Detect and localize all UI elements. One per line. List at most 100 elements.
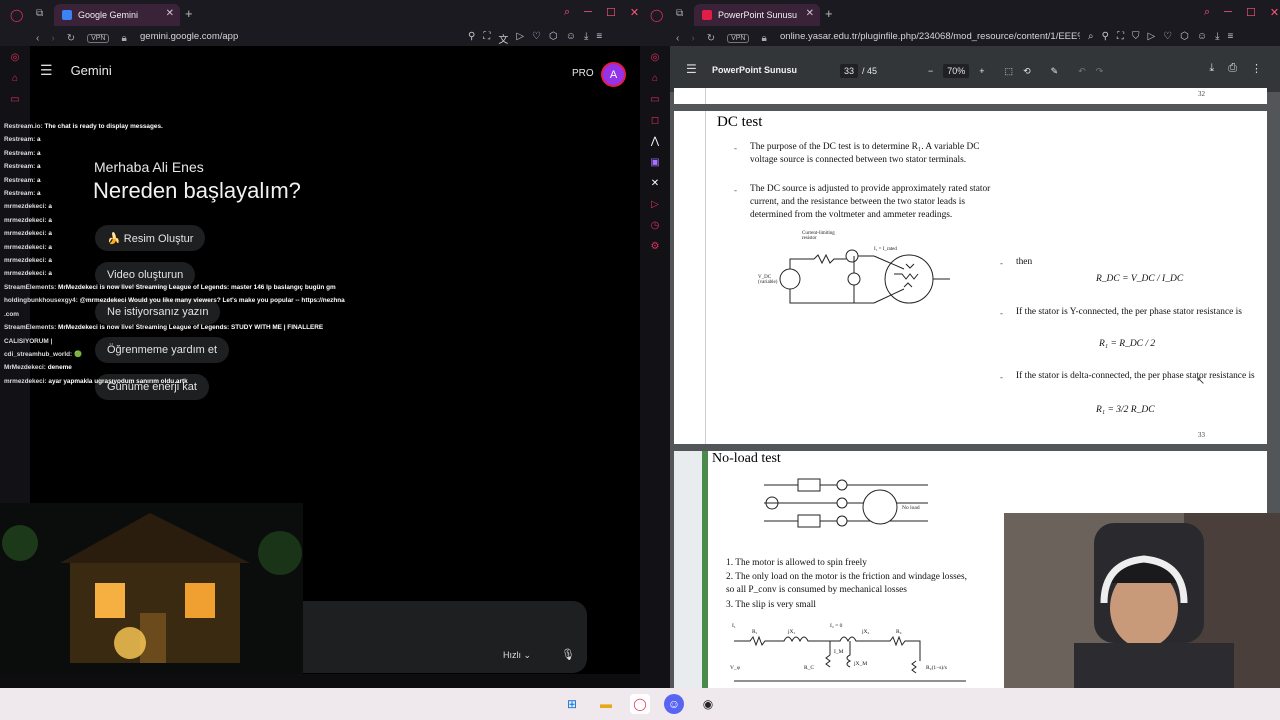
play-icon[interactable]: ▷	[516, 31, 524, 46]
zoom-in-icon[interactable]: +	[979, 66, 984, 76]
shield-icon[interactable]: ⛉	[1132, 31, 1140, 42]
maximize-icon[interactable]: ☐	[1246, 6, 1256, 19]
heart-icon[interactable]: ♡	[532, 31, 541, 46]
tab-overview-icon[interactable]: ⧉	[36, 8, 43, 19]
close-tab-icon[interactable]: ✕	[166, 8, 174, 19]
chat-username: Restream:	[4, 163, 36, 171]
microphone-icon[interactable]: 🎙︎	[561, 648, 575, 661]
zoom-level[interactable]: 70%	[943, 64, 970, 78]
download-pdf-icon[interactable]: ⤓	[1209, 62, 1214, 75]
chat-username: mrmezdekeci:	[4, 216, 47, 224]
sidebar-instagram-icon[interactable]: ◻	[651, 115, 659, 126]
bullet-dash: -	[1000, 372, 1003, 382]
hamburger-menu-icon[interactable]: ☰	[40, 62, 53, 79]
model-selector[interactable]: Hızlı ⌄	[503, 650, 531, 661]
vpn-badge[interactable]: VPN	[727, 33, 750, 43]
close-tab-icon[interactable]: ✕	[806, 8, 814, 19]
sidebar-bag-icon[interactable]: ⌂	[12, 73, 18, 84]
sidebar-settings-icon[interactable]: ⚙	[651, 241, 660, 252]
sidebar-bag-icon[interactable]: ⌂	[652, 73, 658, 84]
pin-icon[interactable]: ⚲	[1102, 31, 1109, 42]
obs-icon[interactable]: ◉	[698, 694, 718, 714]
zoom-out-icon[interactable]: −	[928, 66, 933, 76]
chat-text: MrMezdekeci is now live! Streaming Leagu…	[58, 283, 336, 291]
new-tab-icon[interactable]: +	[185, 6, 193, 21]
sidebar-chat-icon[interactable]: ▭	[10, 94, 19, 105]
close-window-icon[interactable]: ✕	[1270, 6, 1279, 19]
download-icon[interactable]: ⤓	[584, 31, 588, 46]
vpn-badge[interactable]: VPN	[87, 33, 110, 43]
chat-text: a	[37, 163, 41, 171]
opera-logo-icon[interactable]: ◯	[650, 8, 663, 22]
annotate-icon[interactable]: ✎	[1051, 66, 1059, 77]
minimize-icon[interactable]: ─	[1224, 6, 1232, 19]
tab-pdf[interactable]: PowerPoint Sunusu ✕	[694, 4, 820, 26]
print-icon[interactable]: ⎙	[1228, 62, 1237, 75]
prompt-input-bar[interactable]	[303, 601, 587, 673]
heart-icon[interactable]: ♡	[1163, 31, 1172, 42]
search-icon[interactable]: ⌕	[1204, 6, 1210, 19]
menu-icon[interactable]: ≡	[1227, 31, 1233, 42]
profile-icon[interactable]: ☺	[1197, 31, 1207, 42]
start-icon[interactable]: ⊞	[562, 694, 582, 714]
model-speed-label: Hızlı	[503, 650, 521, 660]
reload-icon[interactable]: ↻	[67, 33, 75, 44]
pdf-toolbar: ☰ PowerPoint Sunusu 33 / 45 − 70% + ⬚ ⟲ …	[670, 46, 1280, 92]
sidebar-aria-icon[interactable]: ◎	[651, 52, 660, 63]
translate-icon[interactable]: 文	[498, 31, 508, 46]
reload-icon[interactable]: ↻	[707, 33, 715, 44]
sidebar-chat-icon[interactable]: ▭	[650, 94, 659, 105]
bullet-text: The purpose of the DC test is to determi…	[750, 142, 980, 165]
formula: R₁ = 3/2 R_DC	[1096, 405, 1155, 415]
new-tab-icon[interactable]: +	[825, 6, 833, 21]
rotate-icon[interactable]: ⟲	[1023, 66, 1031, 77]
discord-icon[interactable]: ☺	[664, 694, 684, 714]
toolbar-icons: ⚲ ⛶ 文 ▷ ♡ ⬡ ☺ ⤓ ≡	[468, 31, 602, 46]
undo-icon[interactable]: ↶	[1078, 66, 1086, 77]
extensions-icon[interactable]: ⬡	[549, 31, 558, 46]
diagram-label: V_DC (variable)	[758, 275, 778, 285]
avatar[interactable]: A	[601, 62, 626, 87]
more-options-icon[interactable]: ⋮	[1251, 62, 1262, 75]
sidebar-aria-icon[interactable]: ◎	[11, 52, 20, 63]
forward-icon[interactable]: ›	[691, 33, 694, 44]
opera-taskbar-icon[interactable]: ◯	[630, 694, 650, 714]
file-explorer-icon[interactable]: ▬	[596, 694, 616, 714]
close-window-icon[interactable]: ✕	[630, 6, 639, 19]
snapshot-icon[interactable]: ⛶	[1117, 31, 1124, 42]
search-icon[interactable]: ⌕	[564, 6, 570, 19]
page-input[interactable]: 33	[840, 64, 859, 78]
sidebar-player-icon[interactable]: ▷	[651, 199, 659, 210]
sidebar-twitch-icon[interactable]: ▣	[650, 157, 659, 168]
slide-margin	[674, 111, 706, 444]
sidebar-history-icon[interactable]: ◷	[651, 220, 660, 231]
tab-overview-icon[interactable]: ⧉	[676, 8, 683, 19]
address-bar[interactable]: online.yasar.edu.tr/pluginfile.php/23406…	[780, 31, 1080, 42]
no-load-test-diagram	[764, 478, 928, 528]
address-bar[interactable]: gemini.google.com/app	[140, 31, 238, 42]
pin-icon[interactable]: ⚲	[468, 31, 475, 46]
chat-message: CALISIYORUM |	[4, 335, 384, 348]
tab-gemini[interactable]: Google Gemini ✕	[54, 4, 180, 26]
pro-badge: PRO	[572, 68, 594, 79]
sidebar-arc-icon[interactable]: ⋀	[651, 136, 659, 147]
download-icon[interactable]: ⤓	[1215, 31, 1219, 42]
sidebar-x-icon[interactable]: ✕	[651, 178, 659, 189]
menu-icon[interactable]: ≡	[596, 31, 602, 46]
minimize-icon[interactable]: ─	[584, 6, 592, 19]
redo-icon[interactable]: ↷	[1096, 66, 1104, 77]
zoom-controls: − 70% + ⬚ ⟲ ✎ ↶ ↷	[928, 64, 1103, 78]
back-icon[interactable]: ‹	[676, 33, 679, 44]
pdf-menu-icon[interactable]: ☰	[686, 62, 697, 76]
snapshot-icon[interactable]: ⛶	[483, 31, 490, 46]
zoom-icon[interactable]: ⌕	[1088, 31, 1094, 42]
maximize-icon[interactable]: ☐	[606, 6, 616, 19]
profile-icon[interactable]: ☺	[566, 31, 576, 46]
forward-icon[interactable]: ›	[51, 33, 54, 44]
play-icon[interactable]: ▷	[1147, 31, 1155, 42]
extensions-icon[interactable]: ⬡	[1180, 31, 1189, 42]
opera-logo-icon[interactable]: ◯	[10, 8, 23, 22]
back-icon[interactable]: ‹	[36, 33, 39, 44]
fit-page-icon[interactable]: ⬚	[1005, 66, 1014, 77]
pdf-actions: ⤓ ⎙ ⋮	[1209, 62, 1262, 75]
